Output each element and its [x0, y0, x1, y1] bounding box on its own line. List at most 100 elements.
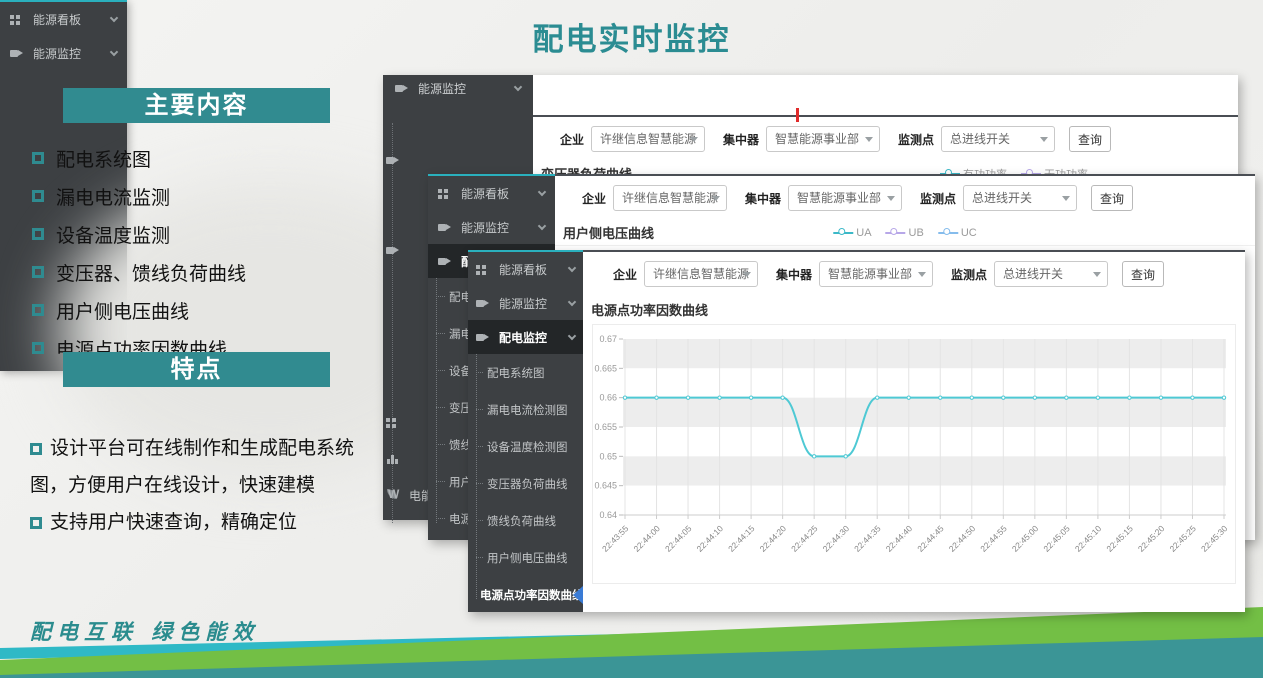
- list-item: 设备温度监测: [32, 215, 246, 253]
- sidebar-item-energy-monitoring[interactable]: 能源监控: [383, 75, 533, 102]
- menu-icon: [438, 188, 452, 199]
- svg-text:22:44:25: 22:44:25: [789, 523, 820, 554]
- sidebar-submenu: 配电系统图 漏电电流检测图 设备温度检测图 变压器负荷曲线 馈线负荷曲线 用户侧…: [468, 354, 583, 613]
- square-bullet-icon: [30, 517, 42, 529]
- sidebar-strip-icon[interactable]: [386, 153, 400, 171]
- query-button[interactable]: 查询: [1069, 126, 1111, 152]
- line-chart-canvas: 0.640.6450.650.6550.660.6650.6722:43:552…: [593, 325, 1232, 578]
- legend-marker-icon: [886, 228, 906, 237]
- monitor-point-select[interactable]: 总进线开关: [963, 185, 1077, 211]
- concentrator-select[interactable]: 智慧能源事业部: [788, 185, 902, 211]
- slide: 配电实时监控 主要内容 配电系统图 漏电电流监测 设备温度监测 变压器、馈线负荷…: [0, 0, 1263, 678]
- filter-bar: 企业 许继信息智慧能源 集中器 智慧能源事业部 监测点 总进线开关 查询: [583, 252, 1245, 296]
- svg-text:22:44:30: 22:44:30: [821, 523, 852, 554]
- svg-text:22:44:45: 22:44:45: [915, 523, 946, 554]
- sidebar-submenu-item[interactable]: 漏电电流检测图: [468, 391, 583, 428]
- svg-text:22:45:05: 22:45:05: [1041, 523, 1072, 554]
- sidebar-strip-icon[interactable]: [386, 415, 400, 433]
- menu-icon: [476, 264, 490, 275]
- monitor-point-select[interactable]: 总进线开关: [994, 261, 1108, 287]
- query-button[interactable]: 查询: [1091, 185, 1133, 211]
- sidebar-icon-strip: [383, 105, 407, 520]
- concentrator-select[interactable]: 智慧能源事业部: [766, 126, 880, 152]
- section-title: 电源点功率因数曲线: [591, 300, 708, 319]
- square-bullet-icon: [32, 190, 44, 202]
- svg-text:0.665: 0.665: [594, 363, 617, 373]
- sidebar-item-electric-energy[interactable]: 电能: [388, 487, 433, 504]
- w-icon: [388, 490, 402, 501]
- sidebar-menu-item[interactable]: 配电监控: [468, 320, 583, 354]
- svg-text:22:45:10: 22:45:10: [1073, 523, 1104, 554]
- list-item: 变压器、馈线负荷曲线: [32, 253, 246, 291]
- filter-bar: 企业 许继信息智慧能源 集中器 智慧能源事业部 监测点 总进线开关 查询: [533, 117, 1238, 161]
- company-select[interactable]: 许继信息智慧能源: [591, 126, 705, 152]
- menu-icon: [476, 298, 490, 309]
- sidebar-strip-icon[interactable]: [386, 451, 400, 469]
- video-camera-icon: [395, 83, 409, 94]
- sidebar-submenu-item[interactable]: 变压器负荷曲线: [468, 465, 583, 502]
- sidebar-menu: 能源看板 能源监控 配电监控: [468, 252, 583, 354]
- section-title: 用户侧电压曲线: [563, 223, 654, 242]
- svg-text:22:45:20: 22:45:20: [1136, 523, 1167, 554]
- svg-text:22:44:50: 22:44:50: [947, 523, 978, 554]
- chevron-down-icon: [538, 221, 546, 229]
- menu-icon: [438, 222, 452, 233]
- features-header: 特点: [63, 352, 330, 387]
- window-content: 企业 许继信息智慧能源 集中器 智慧能源事业部 监测点 总进线开关 查询 电源点…: [583, 250, 1245, 612]
- square-bullet-icon: [30, 443, 42, 455]
- svg-text:22:45:00: 22:45:00: [1010, 523, 1041, 554]
- sidebar-submenu-item[interactable]: 馈线负荷曲线: [468, 502, 583, 539]
- list-item: 用户侧电压曲线: [32, 291, 246, 329]
- svg-text:22:44:10: 22:44:10: [695, 523, 726, 554]
- sidebar-menu-item[interactable]: 能源监控: [468, 286, 583, 320]
- svg-text:22:44:55: 22:44:55: [978, 523, 1009, 554]
- svg-text:22:44:00: 22:44:00: [631, 523, 662, 554]
- legend-marker-icon: [833, 228, 853, 237]
- page-title: 配电实时监控: [0, 14, 1263, 59]
- company-select[interactable]: 许继信息智慧能源: [644, 261, 758, 287]
- svg-text:0.64: 0.64: [599, 510, 617, 520]
- section-title-row: 电源点功率因数曲线: [583, 296, 1245, 322]
- sidebar-submenu-item[interactable]: 设备温度检测图: [468, 428, 583, 465]
- chevron-down-icon: [568, 263, 576, 271]
- sidebar-menu-item[interactable]: 能源监控: [428, 210, 555, 244]
- sidebar-submenu-item[interactable]: 电源点功率因数曲线: [468, 576, 583, 613]
- sidebar-strip-icon[interactable]: [386, 243, 400, 261]
- legend-item[interactable]: UB: [886, 227, 924, 239]
- list-item: 漏电电流监测: [32, 177, 246, 215]
- legend-item[interactable]: UA: [833, 227, 871, 239]
- main-content-list: 配电系统图 漏电电流监测 设备温度监测 变压器、馈线负荷曲线 用户侧电压曲线 电…: [32, 139, 246, 367]
- feature-item: 支持用户快速查询，精确定位: [30, 504, 364, 541]
- concentrator-select[interactable]: 智慧能源事业部: [819, 261, 933, 287]
- legend-item[interactable]: UC: [938, 227, 977, 239]
- svg-text:22:43:55: 22:43:55: [600, 523, 631, 554]
- sidebar-menu-item[interactable]: 能源看板: [428, 176, 555, 210]
- square-bullet-icon: [32, 304, 44, 316]
- svg-text:22:44:05: 22:44:05: [663, 523, 694, 554]
- menu-icon: [476, 332, 490, 343]
- main-content-header: 主要内容: [63, 88, 330, 123]
- svg-text:0.655: 0.655: [594, 422, 617, 432]
- svg-text:22:44:20: 22:44:20: [758, 523, 789, 554]
- monitor-point-select[interactable]: 总进线开关: [941, 126, 1055, 152]
- sidebar-submenu-item[interactable]: 用户侧电压曲线: [468, 539, 583, 576]
- svg-text:0.645: 0.645: [594, 481, 617, 491]
- svg-text:0.65: 0.65: [599, 451, 617, 461]
- legend-marker-icon: [938, 228, 958, 237]
- chevron-down-icon: [568, 297, 576, 305]
- section-title-row: 用户侧电压曲线 UA UB UC: [555, 220, 1255, 246]
- power-factor-chart: 0.640.6450.650.6550.660.6650.6722:43:552…: [592, 324, 1236, 584]
- app-window-power-factor: 能源看板 能源监控 配电监控 配电系统图: [468, 250, 1245, 612]
- sidebar-menu-item[interactable]: 能源看板: [468, 252, 583, 286]
- company-select[interactable]: 许继信息智慧能源: [613, 185, 727, 211]
- svg-text:22:44:35: 22:44:35: [852, 523, 883, 554]
- list-item: 配电系统图: [32, 139, 246, 177]
- square-bullet-icon: [32, 266, 44, 278]
- sidebar-submenu-item[interactable]: 配电系统图: [468, 354, 583, 391]
- chevron-down-icon: [538, 187, 546, 195]
- red-cursor-mark: [796, 108, 799, 122]
- query-button[interactable]: 查询: [1122, 261, 1164, 287]
- svg-text:22:45:25: 22:45:25: [1167, 523, 1198, 554]
- menu-icon: [10, 14, 24, 25]
- filter-bar: 企业 许继信息智慧能源 集中器 智慧能源事业部 监测点 总进线开关 查询: [555, 176, 1255, 220]
